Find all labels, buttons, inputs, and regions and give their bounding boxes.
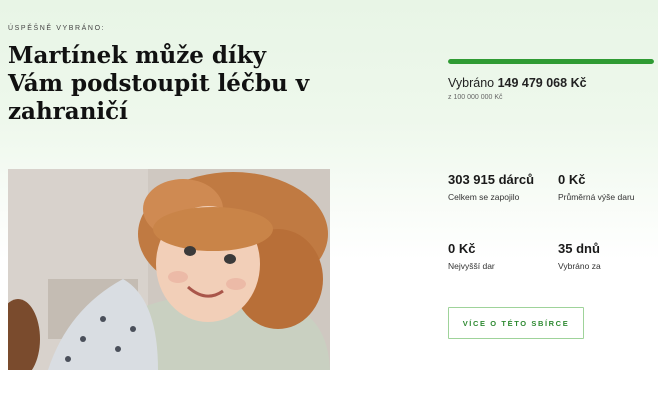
success-eyebrow: ÚSPĚŠNĚ VYBRÁNO: [8,25,106,32]
stat-average-label: Průměrná výše daru [558,192,635,202]
stat-max-value: 0 Kč [448,241,476,256]
progress-bar [448,59,654,64]
campaign-photo [8,169,330,370]
stat-max-label: Nejvyšší dar [448,261,495,271]
raised-prefix: Vybráno [448,76,495,90]
stat-max: 0 Kč Nejvyšší dar [448,241,495,272]
campaign-title: Martínek může díky Vám podstoupit léčbu … [8,42,310,125]
stat-days: 35 dnů Vybráno za [558,241,601,272]
progress-fill [448,59,654,64]
raised-summary: Vybráno 149 479 068 Kč [448,76,587,90]
stat-days-label: Vybráno za [558,261,601,271]
goal-amount: z 100 000 000 Kč [448,94,503,101]
stat-days-value: 35 dnů [558,241,600,256]
stat-donors-value: 303 915 dárců [448,172,535,187]
stat-donors-label: Celkem se zapojilo [448,192,520,202]
stat-average-value: 0 Kč [558,172,586,187]
raised-amount: 149 479 068 Kč [497,76,587,90]
stat-average: 0 Kč Průměrná výše daru [558,172,635,203]
more-about-campaign-button[interactable]: VÍCE O TÉTO SBÍRCE [448,307,584,339]
stat-donors: 303 915 dárců Celkem se zapojilo [448,172,534,203]
